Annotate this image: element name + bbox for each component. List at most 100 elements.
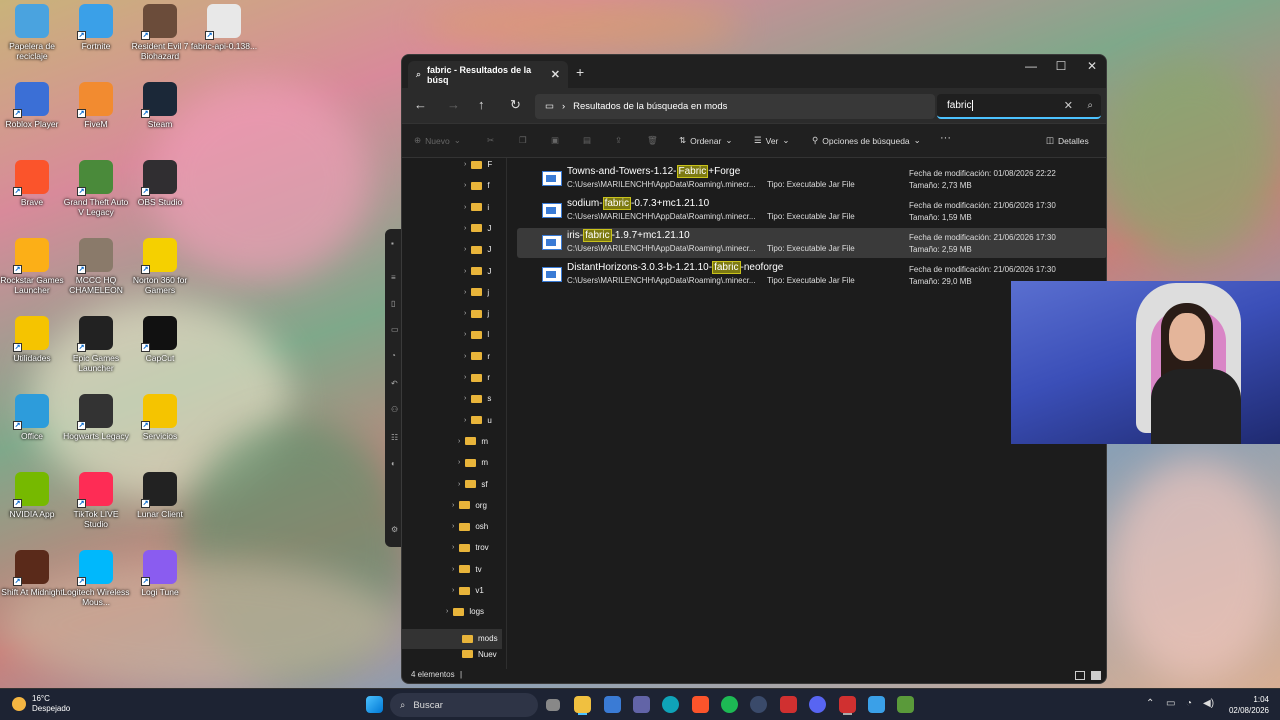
chevron-right-icon[interactable]: ›	[452, 502, 454, 509]
system-clock[interactable]: 1:04 02/08/2026	[1229, 694, 1269, 716]
maximize-button[interactable]: ☐	[1046, 59, 1076, 73]
tree-item[interactable]: › l	[464, 330, 489, 339]
fivem-icon[interactable]	[780, 696, 797, 713]
wifi-icon[interactable]: ◔	[1186, 698, 1192, 709]
tree-item[interactable]: › F	[464, 160, 492, 169]
tree-item[interactable]: › J	[464, 267, 491, 276]
desktop-shortcut[interactable]: ↗ Shift At Midnight	[0, 550, 67, 597]
chevron-right-icon[interactable]: ›	[464, 395, 466, 402]
photos-icon[interactable]	[868, 696, 885, 713]
tree-item[interactable]: › tv	[452, 565, 482, 574]
minecraft-icon[interactable]	[897, 696, 914, 713]
desktop-shortcut[interactable]: ↗ Lunar Client	[125, 472, 195, 519]
desktop-shortcut[interactable]: ↗ Fortnite	[61, 4, 131, 51]
start-button[interactable]	[366, 696, 383, 713]
file-row[interactable]: Towns-and-Towers-1.12- Fabric +Forge C:\Use…	[517, 164, 1106, 194]
tree-item[interactable]: › i	[464, 203, 489, 212]
chevron-right-icon[interactable]: ›	[452, 544, 454, 551]
store-icon[interactable]	[604, 696, 621, 713]
chevron-right-icon[interactable]: ›	[446, 608, 448, 615]
tree-item[interactable]: › j	[464, 288, 489, 297]
weather-widget[interactable]: 16°C Despejado	[12, 694, 70, 714]
desktop-shortcut[interactable]: ↗ Logi Tune	[125, 550, 195, 597]
search-input[interactable]: fabric ✕ ⌕	[937, 94, 1101, 119]
close-tab-icon[interactable]: ✕	[551, 68, 560, 81]
desktop-shortcut[interactable]: ↗ Servicios	[125, 394, 195, 441]
desktop-shortcut[interactable]: ↗ TikTok LIVE Studio	[61, 472, 131, 529]
desktop-shortcut[interactable]: ↗ Utilidades	[0, 316, 67, 363]
chevron-right-icon[interactable]: ›	[464, 417, 466, 424]
teams-icon[interactable]	[633, 696, 650, 713]
chevron-up-icon[interactable]: ⌃	[1146, 698, 1154, 709]
chevron-right-icon[interactable]: ›	[464, 161, 466, 168]
search-icon[interactable]: ⌕	[1087, 100, 1093, 111]
desktop-shortcut[interactable]: ↗ FiveM	[61, 82, 131, 129]
desktop-shortcut[interactable]: ↗ Resident Evil 7 Biohazard	[125, 4, 195, 61]
desktop-shortcut[interactable]: ↗ OBS Studio	[125, 160, 195, 207]
cut-icon[interactable]: ✂	[487, 135, 494, 146]
chevron-right-icon[interactable]: ›	[458, 481, 460, 488]
desktop-shortcut[interactable]: ↗ MCCC HQ CHAMELEON	[61, 238, 131, 295]
spotify-icon[interactable]	[721, 696, 738, 713]
chevron-right-icon[interactable]: ›	[452, 587, 454, 594]
chevron-right-icon[interactable]: ›	[464, 268, 466, 275]
tree-item[interactable]: › u	[464, 416, 492, 425]
tree-item[interactable]: › m	[458, 458, 488, 467]
chevron-right-icon[interactable]: ›	[464, 182, 466, 189]
desktop-shortcut[interactable]: Papelera de reciclaje	[0, 4, 67, 61]
minimize-button[interactable]: —	[1016, 59, 1046, 73]
desktop-shortcut[interactable]: ↗ Office	[0, 394, 67, 441]
chevron-right-icon[interactable]: ›	[458, 459, 460, 466]
chevron-right-icon[interactable]: ›	[452, 566, 454, 573]
details-view-icon[interactable]	[1075, 671, 1085, 680]
new-tab-button[interactable]: +	[576, 64, 584, 80]
tree-item[interactable]: › org	[452, 501, 487, 510]
desktop-shortcut[interactable]: ↗ CapCut	[125, 316, 195, 363]
tree-item[interactable]: › sf	[458, 480, 488, 489]
refresh-icon[interactable]: ↻	[510, 97, 521, 113]
more-options-button[interactable]: ···	[940, 132, 951, 144]
copy-icon[interactable]: ❐	[519, 135, 527, 146]
new-button[interactable]: ⊕ Nuevo ⌄	[414, 135, 461, 146]
address-bar[interactable]: ▭ › Resultados de la búsqueda en mods	[535, 94, 935, 119]
chevron-right-icon[interactable]: ›	[464, 353, 466, 360]
tree-item[interactable]: › osh	[452, 522, 488, 531]
back-arrow-icon[interactable]: ←	[414, 97, 427, 112]
app-red-icon[interactable]	[839, 696, 856, 713]
chevron-right-icon[interactable]: ›	[464, 225, 466, 232]
tree-item[interactable]: › r	[464, 352, 490, 361]
desktop-shortcut[interactable]: ↗ Steam	[125, 82, 195, 129]
tree-item[interactable]: › j	[464, 309, 489, 318]
desktop-shortcut[interactable]: ↗ Grand Theft Auto V Legacy	[61, 160, 131, 217]
chevron-right-icon[interactable]: ›	[464, 289, 466, 296]
task-view-icon[interactable]	[546, 699, 560, 711]
tree-item[interactable]: › f	[464, 181, 490, 190]
desktop-shortcut[interactable]: ↗ Roblox Player	[0, 82, 67, 129]
chevron-right-icon[interactable]: ›	[464, 310, 466, 317]
chevron-right-icon[interactable]: ›	[464, 246, 466, 253]
file-row[interactable]: sodium-fabric -0.7.3+mc1.21.10 C:\Users\MA…	[517, 196, 1106, 226]
discord-icon[interactable]	[809, 696, 826, 713]
rename-icon[interactable]: ▤	[583, 135, 591, 146]
chevron-right-icon[interactable]: ›	[452, 523, 454, 530]
tree-item[interactable]: › J	[464, 245, 491, 254]
clear-search-icon[interactable]: ✕	[1064, 99, 1073, 112]
desktop-shortcut[interactable]: ↗ Epic Games Launcher	[61, 316, 131, 373]
file-explorer-icon[interactable]	[574, 696, 591, 713]
chevron-right-icon[interactable]: ›	[458, 438, 460, 445]
tree-item[interactable]: › logs	[446, 607, 484, 616]
paste-icon[interactable]: ▣	[551, 135, 559, 146]
forward-arrow-icon[interactable]: →	[447, 97, 460, 112]
brave-icon[interactable]	[692, 696, 709, 713]
view-button[interactable]: ☰ Ver ⌄	[754, 135, 790, 146]
desktop-shortcut[interactable]: ↗ Rockstar Games Launcher	[0, 238, 67, 295]
share-icon[interactable]: ⇪	[615, 135, 622, 146]
desktop-shortcut[interactable]: ↗ Hogwarts Legacy	[61, 394, 131, 441]
details-button[interactable]: ◫ Detalles	[1046, 135, 1089, 146]
tree-item[interactable]: › trov	[452, 543, 489, 552]
delete-icon[interactable]: 🗑	[647, 135, 658, 146]
close-window-button[interactable]: ✕	[1077, 59, 1106, 73]
up-arrow-icon[interactable]: ↑	[478, 97, 485, 112]
tree-item[interactable]: › J	[464, 224, 491, 233]
chevron-right-icon[interactable]: ›	[464, 374, 466, 381]
